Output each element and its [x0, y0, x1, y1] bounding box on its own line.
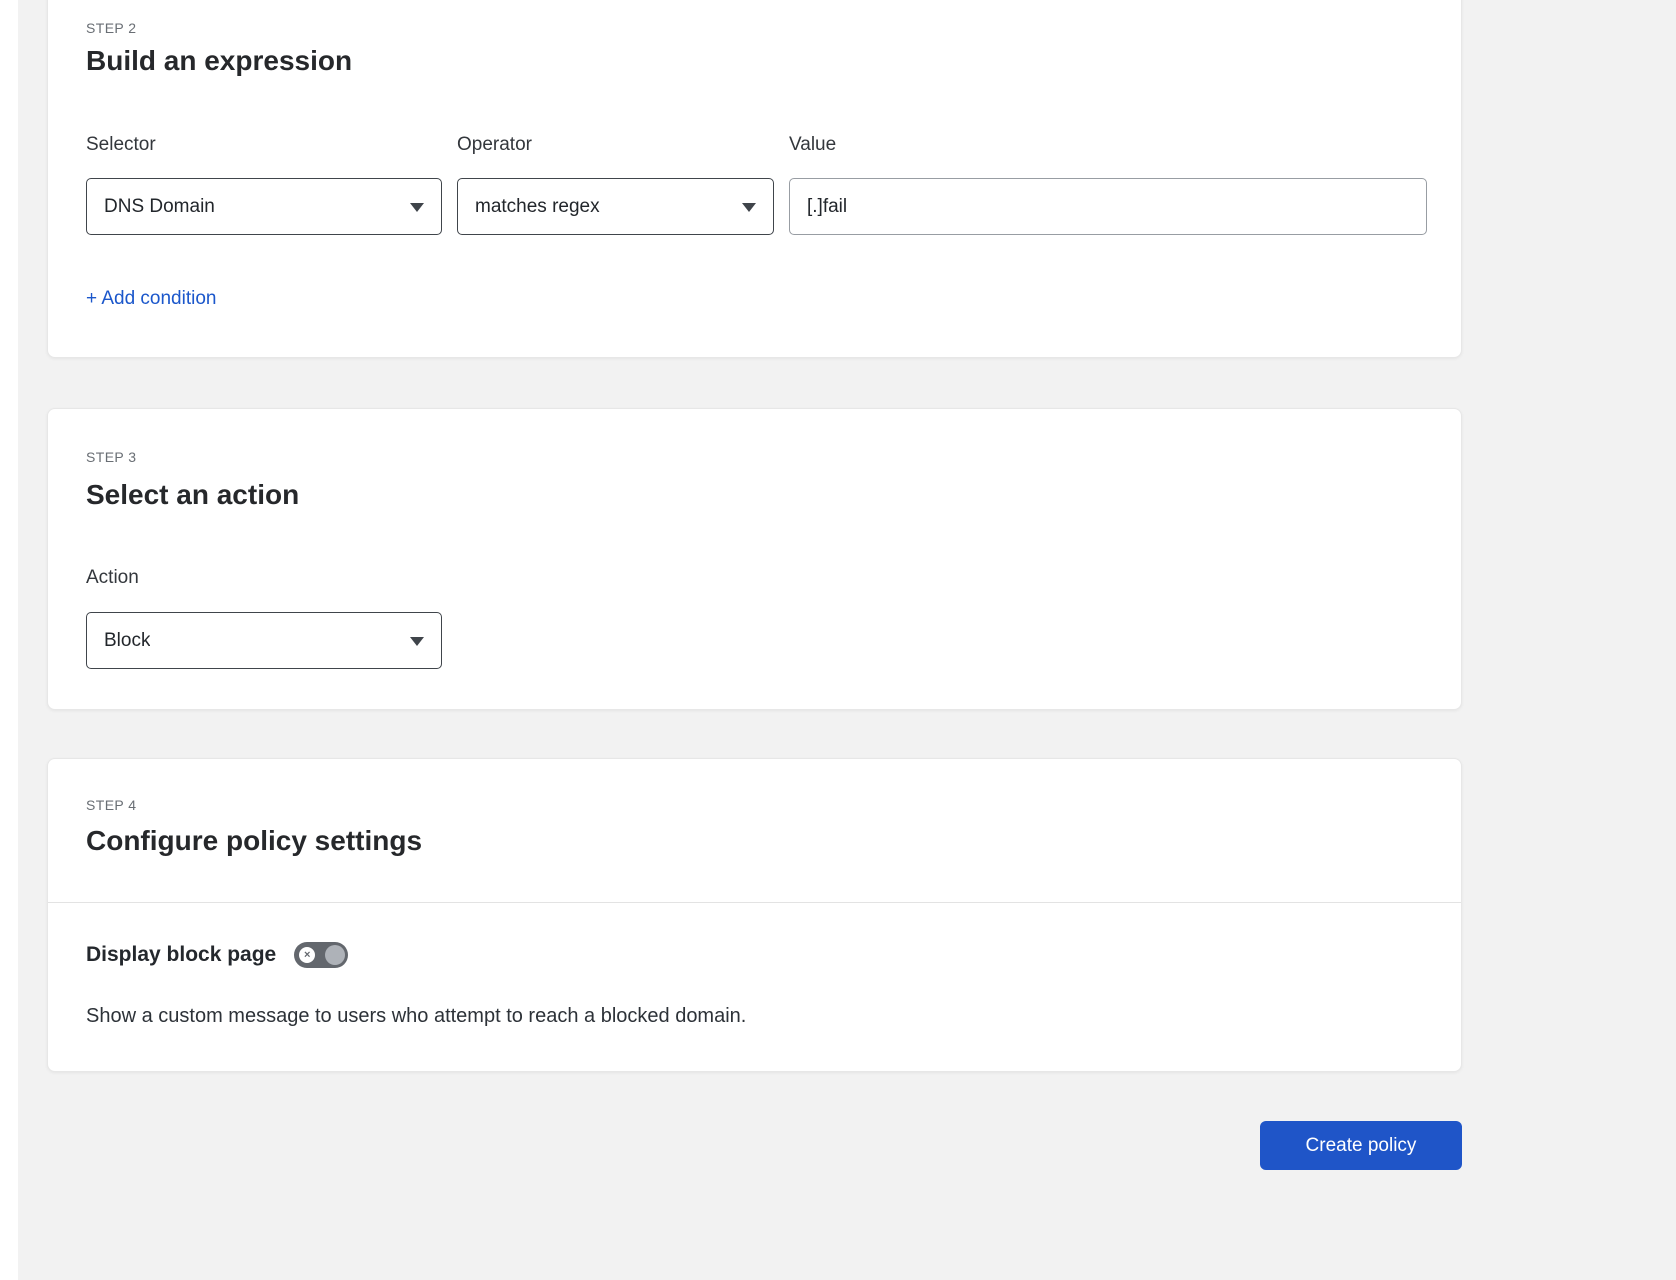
- action-dropdown[interactable]: Block: [86, 612, 442, 669]
- chevron-down-icon: [742, 202, 756, 212]
- step4-card: STEP 4 Configure policy settings Display…: [47, 758, 1462, 1072]
- step2-title: Build an expression: [86, 45, 353, 76]
- x-icon: ×: [299, 947, 316, 963]
- display-block-page-description: Show a custom message to users who attem…: [86, 1005, 747, 1027]
- display-block-page-row: Display block page ×: [86, 942, 349, 968]
- chevron-down-icon: [410, 636, 424, 646]
- value-input[interactable]: [789, 178, 1427, 235]
- display-block-page-label: Display block page: [86, 943, 277, 966]
- step2-step-label: STEP 2: [86, 20, 137, 36]
- action-label: Action: [86, 567, 139, 588]
- section-divider: [48, 902, 1461, 903]
- value-label: Value: [789, 134, 837, 155]
- action-dropdown-value: Block: [104, 629, 151, 651]
- toggle-knob: [325, 945, 346, 965]
- operator-dropdown[interactable]: matches regex: [457, 178, 774, 235]
- operator-dropdown-value: matches regex: [475, 195, 600, 217]
- display-block-page-toggle[interactable]: ×: [294, 942, 349, 968]
- create-policy-button[interactable]: Create policy: [1260, 1121, 1462, 1170]
- selector-dropdown-value: DNS Domain: [104, 195, 215, 217]
- step3-step-label: STEP 3: [86, 449, 137, 465]
- chevron-down-icon: [410, 202, 424, 212]
- step2-card: STEP 2 Build an expression Selector Oper…: [47, 0, 1462, 358]
- add-condition-link[interactable]: + Add condition: [86, 288, 216, 310]
- step3-title: Select an action: [86, 479, 300, 510]
- step3-card: STEP 3 Select an action Action Block: [47, 408, 1462, 710]
- operator-label: Operator: [457, 134, 532, 155]
- step4-step-label: STEP 4: [86, 797, 137, 813]
- step4-title: Configure policy settings: [86, 825, 423, 856]
- selector-label: Selector: [86, 134, 156, 155]
- selector-dropdown[interactable]: DNS Domain: [86, 178, 442, 235]
- left-panel-edge: [0, 0, 18, 1280]
